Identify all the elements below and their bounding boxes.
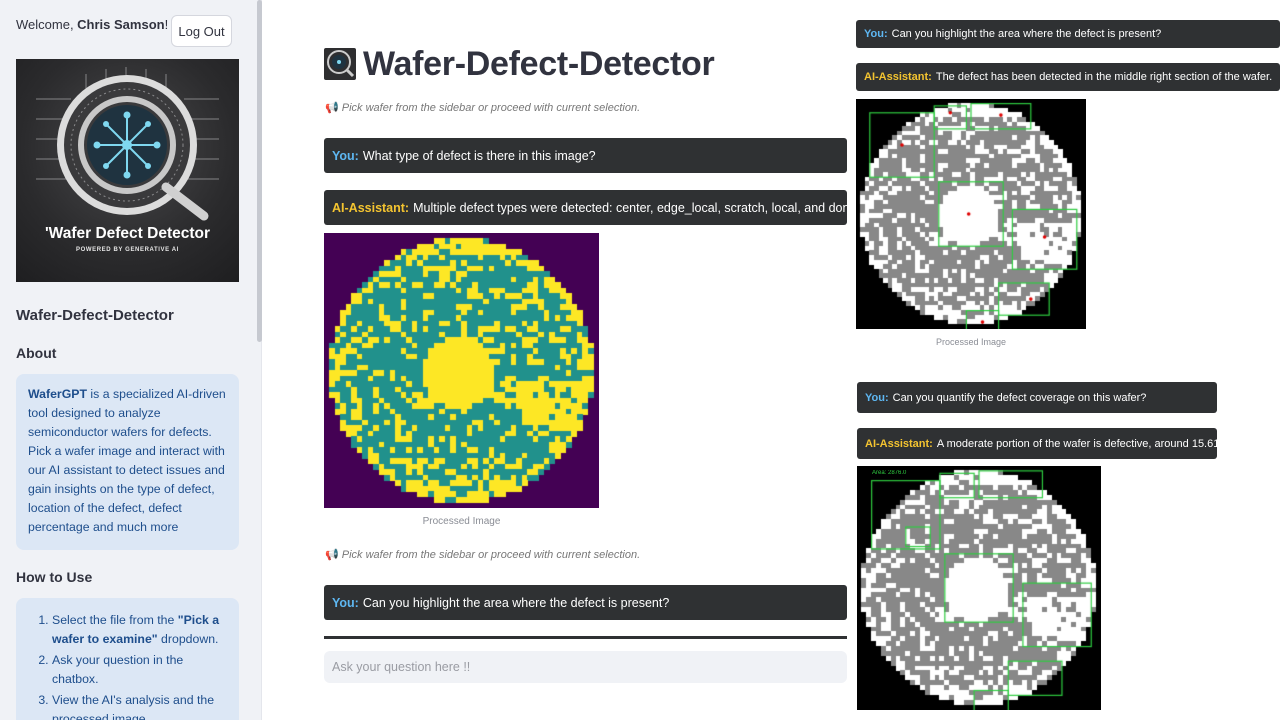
chat-input[interactable]: [324, 651, 847, 683]
howto-steps: Select the file from the "Pick a wafer t…: [28, 611, 227, 720]
about-brand: WaferGPT: [28, 387, 87, 401]
logo-title: 'Wafer Defect Detector: [44, 225, 211, 242]
logo-subtitle: POWERED BY GENERATIVE AI: [76, 247, 179, 253]
howto-step: Select the file from the "Pick a wafer t…: [52, 611, 227, 649]
page-title: Wafer-Defect-Detector: [363, 45, 715, 83]
processed-wafer-image: [856, 99, 1086, 329]
megaphone-icon: 📢: [325, 102, 339, 114]
about-text: is a specialized AI-driven tool designed…: [28, 387, 226, 534]
hint-text: 📢 Pick wafer from the sidebar or proceed…: [325, 549, 641, 561]
chat-message-user: You: Can you quantify the defect coverage…: [857, 382, 1217, 413]
image-caption: Processed Image: [422, 516, 501, 527]
bounding-box-wafer-image: [857, 466, 1101, 710]
logout-button[interactable]: Log Out: [171, 15, 232, 47]
chat-message-assistant: AI-Assistant: A moderate portion of the w…: [857, 428, 1217, 459]
welcome-text: Welcome, Chris Samson!: [16, 17, 169, 32]
howto-box: Select the file from the "Pick a wafer t…: [16, 598, 239, 720]
chat-message-user: You: What type of defect is there in this…: [324, 138, 847, 173]
area-label: Area: 2876.0: [872, 470, 907, 476]
chat-message-assistant: AI-Assistant: The defect has been detecte…: [856, 63, 1280, 91]
sidebar-scrollbar[interactable]: [257, 0, 262, 342]
magnifier-circuit-icon: [324, 48, 356, 80]
megaphone-icon: 📢: [325, 549, 339, 561]
sidebar: Welcome, Chris Samson! Log Out 'Wafer De…: [0, 0, 262, 720]
chat-message-user: You: Can you highlight the area where the…: [324, 585, 847, 620]
hint-text: 📢 Pick wafer from the sidebar or proceed…: [325, 102, 641, 114]
about-heading: About: [16, 345, 57, 361]
app-root: Welcome, Chris Samson! Log Out 'Wafer De…: [0, 0, 1280, 720]
user-name: Chris Samson: [77, 17, 165, 32]
about-box: WaferGPT is a specialized AI-driven tool…: [16, 374, 239, 550]
howto-step: Ask your question in the chatbox.: [52, 651, 227, 689]
wafer-map-image: [324, 233, 599, 508]
app-logo: 'Wafer Defect Detector POWERED BY GENERA…: [16, 59, 239, 282]
sidebar-app-name: Wafer-Defect-Detector: [16, 307, 174, 324]
howto-step: View the AI's analysis and the processed…: [52, 691, 227, 720]
howto-heading: How to Use: [16, 569, 93, 585]
chat-message-user: You: Can you highlight the area where the…: [856, 20, 1280, 48]
image-caption: Processed Image: [935, 337, 1007, 347]
chat-divider: [324, 636, 847, 639]
chat-message-assistant: AI-Assistant: Multiple defect types were …: [324, 190, 847, 225]
